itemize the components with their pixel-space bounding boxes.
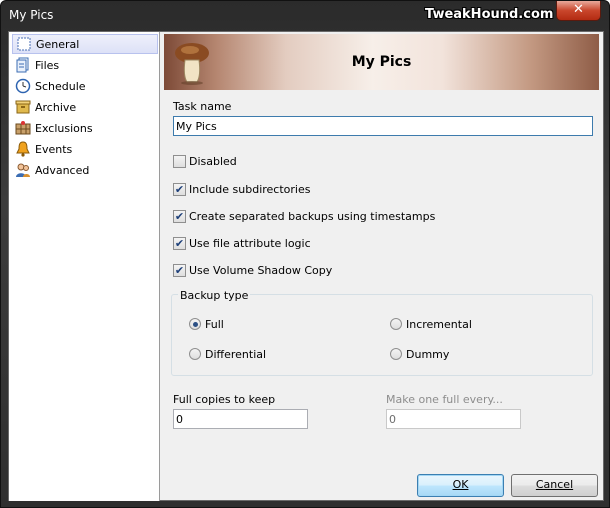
disabled-checkbox[interactable] (173, 154, 186, 168)
radio-label: Full (205, 317, 224, 331)
sidebar-item-archive[interactable]: Archive (12, 97, 158, 117)
task-name-label: Task name (173, 100, 232, 113)
file-attribute-logic-checkbox-row[interactable]: ✔ Use file attribute logic (173, 235, 311, 251)
checkbox-label: Include subdirectories (189, 182, 311, 196)
volume-shadow-copy-checkbox[interactable]: ✔ (173, 263, 186, 277)
backup-type-label: Backup type (178, 289, 251, 302)
backup-type-full-option[interactable]: Full (189, 316, 224, 332)
sidebar-item-label: Events (35, 142, 73, 156)
watermark-text: TweakHound.com (425, 7, 554, 22)
sidebar-item-schedule[interactable]: Schedule (12, 76, 158, 96)
sidebar-item-events[interactable]: Events (12, 139, 158, 159)
file-attribute-logic-checkbox[interactable]: ✔ (173, 236, 186, 250)
files-icon (15, 57, 31, 73)
radio-label: Dummy (406, 347, 450, 361)
sidebar-item-label: Files (35, 58, 60, 72)
title-bar[interactable]: My Pics TweakHound.com ✕ (1, 1, 609, 31)
bell-icon (15, 141, 31, 157)
backup-type-incremental-option[interactable]: Incremental (390, 316, 472, 332)
cancel-button[interactable]: Cancel (511, 474, 598, 497)
exclusions-icon (15, 120, 31, 136)
header-banner: My Pics (164, 34, 599, 90)
backup-type-group (171, 294, 593, 376)
checkbox-label: Use file attribute logic (189, 236, 311, 250)
close-button[interactable]: ✕ (556, 1, 601, 21)
sidebar-item-label: Archive (35, 100, 77, 114)
sidebar: General Files Schedule Archive Exclusion… (9, 32, 160, 501)
archive-icon (15, 99, 31, 115)
banner-title: My Pics (351, 54, 412, 70)
sidebar-item-label: Schedule (35, 79, 86, 93)
volume-shadow-copy-checkbox-row[interactable]: ✔ Use Volume Shadow Copy (173, 262, 332, 278)
close-icon: ✕ (573, 2, 584, 17)
radio-label: Incremental (406, 317, 472, 331)
general-icon (16, 36, 32, 52)
backup-type-dummy-option[interactable]: Dummy (390, 346, 449, 362)
disabled-checkbox-row[interactable]: Disabled (173, 153, 237, 169)
sidebar-item-general[interactable]: General (12, 34, 158, 54)
sidebar-item-label: Advanced (35, 163, 90, 177)
sidebar-item-exclusions[interactable]: Exclusions (12, 118, 158, 138)
ok-button[interactable]: OK (417, 474, 504, 497)
dialog-client-area: General Files Schedule Archive Exclusion… (8, 31, 604, 501)
make-full-every-input[interactable]: 0 (386, 409, 521, 429)
main-panel: My Pics Task name My Pics Disabled ✔ Inc… (161, 32, 604, 501)
make-full-every-label: Make one full every... (386, 393, 503, 406)
task-name-input[interactable]: My Pics (173, 116, 593, 136)
include-subdirectories-checkbox[interactable]: ✔ (173, 182, 186, 196)
radio-label: Differential (205, 347, 267, 361)
full-copies-input[interactable]: 0 (173, 409, 308, 429)
checkbox-label: Disabled (189, 154, 237, 168)
separated-backups-checkbox[interactable]: ✔ (173, 209, 186, 223)
incremental-radio[interactable] (390, 318, 402, 330)
checkbox-label: Create separated backups using timestamp… (189, 209, 436, 223)
include-subdirectories-checkbox-row[interactable]: ✔ Include subdirectories (173, 181, 310, 197)
sidebar-item-label: Exclusions (35, 121, 93, 135)
window-title: My Pics (9, 8, 54, 22)
backup-type-differential-option[interactable]: Differential (189, 346, 266, 362)
separated-backups-checkbox-row[interactable]: ✔ Create separated backups using timesta… (173, 208, 435, 224)
full-radio[interactable] (189, 318, 201, 330)
full-copies-label: Full copies to keep (173, 393, 276, 406)
users-icon (15, 162, 31, 178)
dummy-radio[interactable] (390, 348, 402, 360)
cancel-button-label: Cancel (535, 478, 574, 491)
clock-icon (15, 78, 31, 94)
sidebar-item-advanced[interactable]: Advanced (12, 160, 158, 180)
ok-button-label: OK (452, 478, 469, 491)
checkbox-label: Use Volume Shadow Copy (189, 263, 333, 277)
differential-radio[interactable] (189, 348, 201, 360)
sidebar-item-files[interactable]: Files (12, 55, 158, 75)
sidebar-item-label: General (36, 37, 80, 51)
app-window: My Pics TweakHound.com ✕ General Files S… (0, 0, 610, 508)
